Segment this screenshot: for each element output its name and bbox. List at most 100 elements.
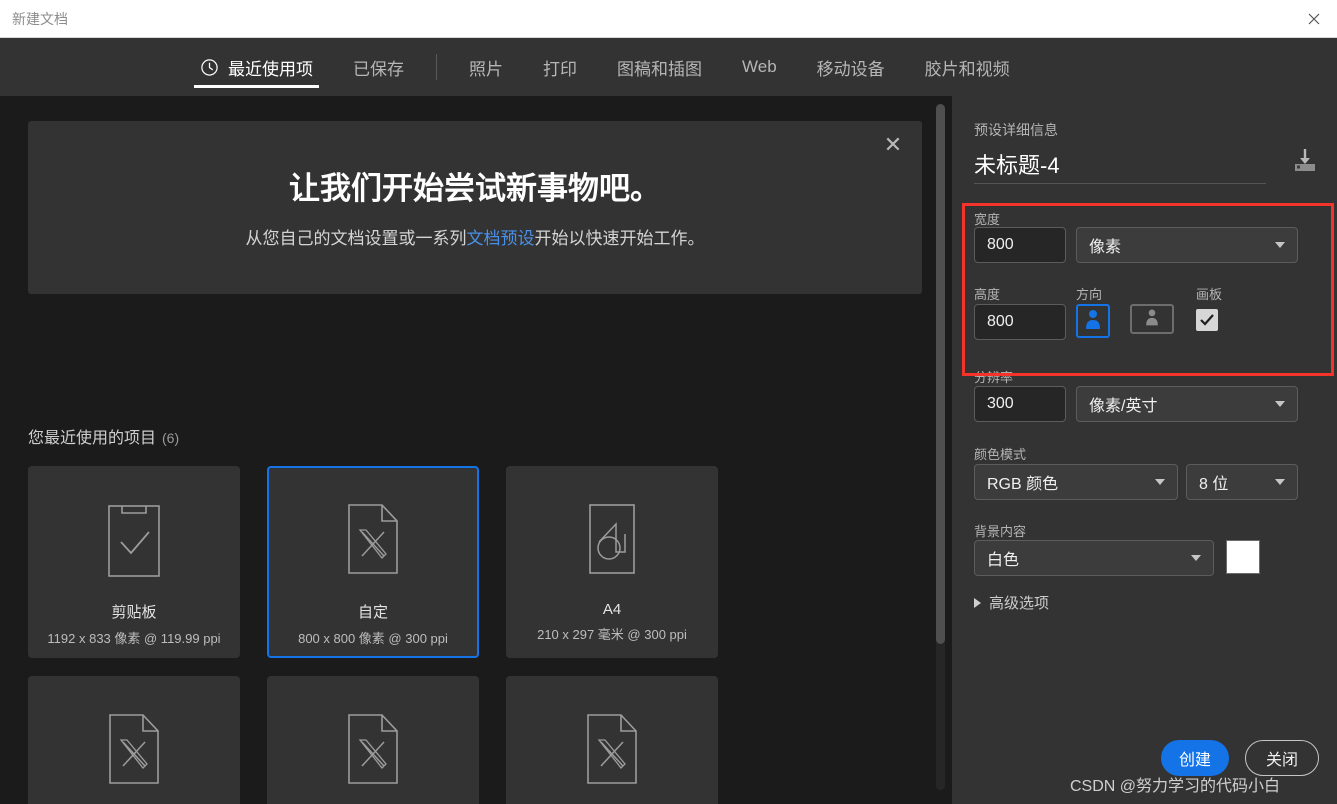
tab-saved-label: 已保存	[353, 59, 404, 79]
new-document-dialog: 新建文档 最近使用项 已保存 照片 打印 图稿和插图 Web 移动设备 胶片和视…	[0, 0, 1337, 804]
width-input[interactable]	[974, 227, 1066, 263]
color-mode-select[interactable]: RGB 颜色	[974, 464, 1178, 500]
close-icon	[1308, 13, 1320, 24]
recent-items-heading-label: 您最近使用的项目	[28, 430, 157, 447]
background-contents-label: 背景内容	[974, 524, 1027, 539]
tab-recent[interactable]: 最近使用项	[180, 38, 333, 96]
recent-card-title: A4	[602, 601, 622, 618]
content-scrollbar[interactable]	[936, 104, 945, 790]
tab-saved[interactable]: 已保存	[333, 38, 424, 96]
welcome-banner: ✕ 让我们开始尝试新事物吧。 从您自己的文档设置或一系列文档预设开始以快速开始工…	[28, 121, 922, 294]
window-title: 新建文档	[12, 10, 68, 27]
width-unit-select[interactable]: 像素	[1076, 227, 1298, 263]
height-label: 高度	[974, 287, 1001, 302]
advanced-options-toggle[interactable]: 高级选项	[974, 592, 1049, 613]
resolution-unit-select[interactable]: 像素/英寸	[1076, 386, 1298, 422]
create-button[interactable]: 创建	[1161, 740, 1229, 776]
close-button[interactable]: 关闭	[1245, 740, 1319, 776]
recent-card-6[interactable]	[506, 676, 718, 804]
recent-card-5[interactable]	[267, 676, 479, 804]
clock-icon	[200, 58, 219, 77]
recent-items-count: (6)	[162, 430, 180, 446]
tab-print-label: 打印	[543, 59, 577, 79]
tab-film-video-label: 胶片和视频	[924, 59, 1010, 79]
chevron-down-icon	[1275, 242, 1285, 248]
preset-name-row	[974, 148, 1319, 184]
portrait-orientation-button[interactable]	[1076, 304, 1110, 338]
chevron-down-icon	[1155, 479, 1165, 485]
panel-button-row: 创建 关闭	[952, 740, 1337, 776]
recent-card-custom-800[interactable]: 自定 800 x 800 像素 @ 300 ppi	[267, 466, 479, 658]
tab-art-illustration[interactable]: 图稿和插图	[597, 38, 722, 96]
document-pencil-ruler-icon	[105, 703, 163, 795]
tab-recent-label: 最近使用项	[228, 59, 313, 79]
recent-card-title: 剪贴板	[111, 604, 157, 621]
chevron-down-icon	[1191, 555, 1201, 561]
artwork-page-icon	[583, 493, 641, 585]
portrait-orientation-icon	[1082, 307, 1104, 336]
checkmark-icon	[1200, 314, 1214, 326]
background-color-swatch[interactable]	[1226, 540, 1260, 574]
background-contents-select[interactable]: 白色	[974, 540, 1214, 576]
tab-web[interactable]: Web	[722, 38, 797, 96]
recent-items-grid: 剪贴板 1192 x 833 像素 @ 119.99 ppi 自定 800 x …	[28, 466, 922, 804]
banner-subtitle: 从您自己的文档设置或一系列文档预设开始以快速开始工作。	[28, 224, 922, 249]
tab-film-video[interactable]: 胶片和视频	[905, 38, 1030, 96]
advanced-options-label: 高级选项	[989, 595, 1050, 612]
recent-items-heading: 您最近使用的项目 (6)	[28, 424, 179, 448]
recent-card-subtitle: 210 x 297 毫米 @ 300 ppi	[537, 627, 687, 642]
recent-card-subtitle: 1192 x 833 像素 @ 119.99 ppi	[47, 631, 221, 646]
preset-name-input[interactable]	[974, 151, 1266, 184]
document-pencil-ruler-icon	[344, 493, 402, 585]
width-label: 宽度	[974, 212, 1001, 227]
recent-card-title: 自定	[357, 604, 388, 621]
orientation-label: 方向	[1076, 287, 1103, 302]
banner-close-button[interactable]: ✕	[878, 131, 908, 161]
resolution-unit-value: 像素/英寸	[1089, 398, 1158, 415]
document-pencil-ruler-icon	[583, 703, 641, 795]
download-preset-icon[interactable]	[1291, 148, 1319, 179]
background-contents-value: 白色	[987, 552, 1020, 569]
banner-subtitle-after: 开始以快速开始工作。	[534, 229, 705, 248]
artboard-checkbox[interactable]	[1196, 309, 1218, 331]
recent-card-clipboard[interactable]: 剪贴板 1192 x 833 像素 @ 119.99 ppi	[28, 466, 240, 658]
content-scrollbar-thumb[interactable]	[936, 104, 945, 644]
tab-list: 最近使用项 已保存 照片 打印 图稿和插图 Web 移动设备 胶片和视频	[180, 38, 1030, 96]
chevron-down-icon	[1275, 479, 1285, 485]
tab-art-illustration-label: 图稿和插图	[617, 59, 702, 79]
preset-details-label: 预设详细信息	[974, 122, 1058, 138]
preset-details-panel: 预设详细信息 宽度 像素 高度 方向	[952, 96, 1337, 804]
landscape-orientation-button[interactable]	[1130, 304, 1174, 334]
bit-depth-value: 8 位	[1199, 476, 1229, 493]
main-content-area: ✕ 让我们开始尝试新事物吧。 从您自己的文档设置或一系列文档预设开始以快速开始工…	[0, 96, 932, 804]
landscape-orientation-icon	[1142, 307, 1162, 332]
clipboard-check-icon	[105, 493, 163, 585]
banner-subtitle-before: 从您自己的文档设置或一系列	[245, 229, 467, 248]
bit-depth-select[interactable]: 8 位	[1186, 464, 1298, 500]
title-bar: 新建文档	[0, 0, 1337, 38]
tab-photo-label: 照片	[469, 59, 503, 79]
tab-divider	[436, 54, 437, 80]
tab-photo[interactable]: 照片	[449, 38, 523, 96]
tab-mobile[interactable]: 移动设备	[797, 38, 905, 96]
height-input[interactable]	[974, 304, 1066, 340]
chevron-right-icon	[974, 597, 981, 608]
chevron-down-icon	[1275, 401, 1285, 407]
resolution-label: 分辨率	[974, 370, 1014, 385]
recent-card-custom-100[interactable]: 自定 100 x 100 英寸 @ 300 ppi	[28, 676, 240, 804]
resolution-input[interactable]	[974, 386, 1066, 422]
tab-web-label: Web	[742, 57, 777, 76]
artboard-label: 画板	[1196, 287, 1223, 302]
tab-mobile-label: 移动设备	[816, 59, 885, 79]
document-preset-link[interactable]: 文档预设	[467, 229, 535, 248]
recent-card-a4[interactable]: A4 210 x 297 毫米 @ 300 ppi	[506, 466, 718, 658]
document-pencil-ruler-icon	[344, 703, 402, 795]
color-mode-value: RGB 颜色	[987, 476, 1059, 493]
category-tab-bar: 最近使用项 已保存 照片 打印 图稿和插图 Web 移动设备 胶片和视频	[0, 38, 1337, 96]
width-unit-value: 像素	[1089, 239, 1122, 256]
banner-title: 让我们开始尝试新事物吧。	[289, 171, 661, 206]
tab-print[interactable]: 打印	[523, 38, 597, 96]
color-mode-label: 颜色模式	[974, 447, 1027, 462]
window-close-button[interactable]	[1291, 0, 1337, 37]
recent-card-subtitle: 800 x 800 像素 @ 300 ppi	[298, 631, 448, 646]
